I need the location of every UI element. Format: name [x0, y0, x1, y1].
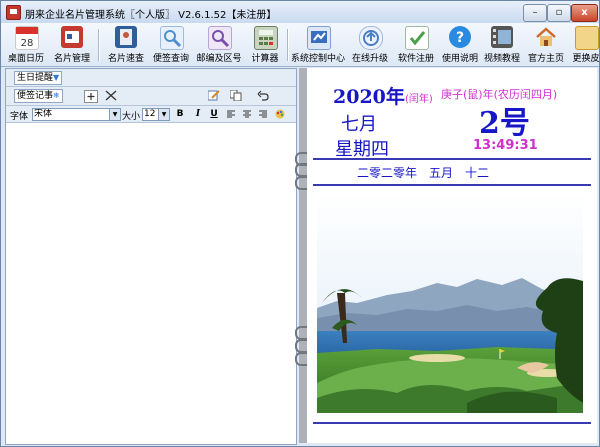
- birthday-tab-strip: 生日提醒▼: [6, 69, 296, 87]
- toolbar-label: 系统控制中心: [290, 54, 345, 64]
- toolbar-homepage-button[interactable]: 官方主页: [524, 25, 568, 65]
- divider-line: [313, 184, 591, 186]
- address-book-icon: [115, 26, 137, 48]
- title-bar[interactable]: 朋来企业名片管理系统〖个人版〗 V2.6.1.52【未注册】 – ▫ x: [1, 1, 599, 24]
- svg-text:28: 28: [21, 38, 34, 49]
- bold-button[interactable]: B: [175, 109, 185, 119]
- toolbar-label: 视频教程: [483, 54, 520, 64]
- clock-time: 13:49:31: [473, 138, 538, 153]
- home-icon: [535, 26, 557, 48]
- color-palette-icon[interactable]: [275, 109, 285, 119]
- main-toolbar: 28 桌面日历 名片管理 名片速查 便签查询 邮编及区号 计算器 系统控制中心 …: [1, 23, 599, 67]
- toolbar-desk-calendar-button[interactable]: 28 桌面日历: [4, 25, 48, 65]
- toolbar-label: 更换皮: [572, 54, 600, 64]
- svg-text:?: ?: [456, 30, 464, 46]
- font-family-value: 宋体: [34, 109, 53, 119]
- chevron-down-icon: ▼: [158, 109, 169, 120]
- window-title: 朋来企业名片管理系统〖个人版〗 V2.6.1.52【未注册】: [25, 10, 277, 21]
- tab-label: 生日提醒: [17, 73, 54, 83]
- toolbar-separator: [287, 29, 289, 61]
- toolbar-label: 软件注册: [397, 54, 434, 64]
- toolbar-label: 使用说明: [441, 54, 478, 64]
- align-center-icon[interactable]: [242, 109, 252, 119]
- maximize-button[interactable]: ▫: [547, 4, 571, 22]
- close-button[interactable]: x: [571, 4, 598, 22]
- minimize-button[interactable]: –: [523, 4, 547, 22]
- help-icon: ?: [449, 26, 471, 48]
- online-upgrade-icon: [359, 26, 383, 50]
- register-icon: [405, 26, 429, 50]
- toolbar-label: 桌面日历: [7, 54, 44, 64]
- delete-note-icon[interactable]: [105, 90, 117, 101]
- toolbar-separator: [98, 29, 100, 61]
- undo-icon[interactable]: [257, 90, 269, 101]
- skin-icon: [575, 26, 599, 50]
- toolbar-video-tutorial-button[interactable]: 视频教程: [482, 25, 522, 65]
- toolbar-label: 邮编及区号: [196, 54, 242, 64]
- toolbar-online-upgrade-button[interactable]: 在线升级: [348, 25, 392, 65]
- toolbar-calculator-button[interactable]: 计算器: [246, 25, 284, 65]
- memo-toolbar: 便签记事❄: [6, 87, 296, 106]
- card-manage-icon: [61, 26, 83, 48]
- close-icon: x: [581, 7, 588, 18]
- app-window: 朋来企业名片管理系统〖个人版〗 V2.6.1.52【未注册】 – ▫ x 28 …: [0, 0, 600, 447]
- toolbar-postcode-button[interactable]: 邮编及区号: [194, 25, 244, 65]
- divider-line: [313, 422, 591, 424]
- calendar-year: 2020年: [333, 86, 405, 108]
- align-right-icon[interactable]: [258, 109, 268, 119]
- toolbar-label: 在线升级: [351, 54, 388, 64]
- leap-year-note: (闰年): [405, 94, 433, 105]
- memo-text-area[interactable]: [6, 123, 296, 444]
- underline-button[interactable]: U: [209, 109, 219, 119]
- calendar-day: 2号: [479, 106, 530, 141]
- postcode-icon: [208, 26, 232, 50]
- toolbar-control-center-button[interactable]: 系统控制中心: [290, 25, 346, 65]
- minimize-icon: –: [532, 7, 538, 18]
- tab-memo[interactable]: 便签记事❄: [14, 89, 63, 103]
- maximize-icon: ▫: [555, 7, 563, 18]
- snowflake-icon: ❄: [53, 91, 60, 100]
- toolbar-card-lookup-button[interactable]: 名片速查: [104, 25, 148, 65]
- toolbar-label: 官方主页: [527, 54, 564, 64]
- tab-birthday-reminder[interactable]: 生日提醒▼: [14, 71, 63, 85]
- italic-button[interactable]: I: [193, 109, 203, 119]
- toolbar-help-button[interactable]: ? 使用说明: [440, 25, 480, 65]
- calendar-icon: 28: [15, 26, 39, 50]
- search-note-icon: [160, 26, 184, 50]
- font-size-select[interactable]: 12 ▼: [142, 108, 170, 121]
- app-logo-icon: [6, 5, 21, 20]
- lunar-date: 二零二零年 五月 十二: [357, 166, 490, 180]
- font-label: 字体: [10, 112, 29, 122]
- size-label: 大小: [122, 112, 141, 122]
- toolbar-note-search-button[interactable]: 便签查询: [150, 25, 192, 65]
- align-left-icon[interactable]: [226, 109, 236, 119]
- font-size-value: 12: [144, 109, 156, 119]
- edit-pencil-icon[interactable]: [207, 90, 220, 101]
- font-family-select[interactable]: 宋体 ▼: [32, 108, 121, 121]
- add-note-icon[interactable]: [84, 90, 98, 103]
- font-format-bar: 字体 宋体 ▼ 大小 12 ▼ B I U: [6, 106, 296, 123]
- copy-icon[interactable]: [229, 89, 242, 102]
- dropdown-arrow-icon: ▼: [53, 73, 60, 82]
- control-center-icon: [307, 26, 331, 50]
- toolbar-label: 名片管理: [53, 54, 90, 64]
- desk-calendar-page: 2020年 (闰年) 庚子(鼠)年(农历闰四月) 七月 2号 星期四 13:49…: [307, 68, 597, 443]
- binder-spine: [299, 68, 307, 443]
- calendar-month: 七月: [341, 114, 377, 135]
- tab-label: 便签记事: [17, 91, 54, 101]
- toolbar-label: 便签查询: [152, 54, 189, 64]
- toolbar-change-skin-button[interactable]: 更换皮: [570, 25, 600, 65]
- memo-panel: 生日提醒▼ 便签记事❄ 字体 宋体 ▼ 大小 12 ▼ B I U: [5, 68, 297, 445]
- toolbar-register-button[interactable]: 软件注册: [394, 25, 438, 65]
- chevron-down-icon: ▼: [109, 109, 120, 120]
- divider-line: [313, 158, 591, 160]
- calculator-icon: [254, 26, 278, 50]
- video-icon: [491, 26, 513, 48]
- golf-course-landscape-image: [317, 193, 583, 413]
- toolbar-card-manage-button[interactable]: 名片管理: [50, 25, 94, 65]
- toolbar-label: 计算器: [251, 54, 279, 64]
- toolbar-label: 名片速查: [107, 54, 144, 64]
